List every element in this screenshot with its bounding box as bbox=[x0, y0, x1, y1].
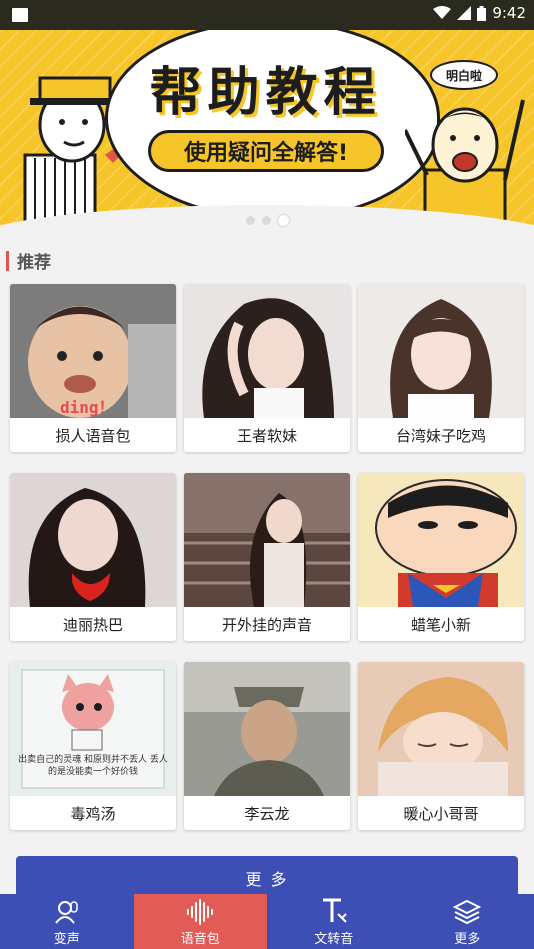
voice-pack-thumbnail: 出卖自己的灵魂 和原则并不丢人 丢人的是没能卖一个好价钱 bbox=[10, 662, 176, 796]
voice-pack-label: 李云龙 bbox=[244, 804, 290, 823]
voice-pack-card[interactable]: 开外挂的声音 bbox=[184, 473, 350, 641]
battery-icon bbox=[477, 5, 487, 21]
voice-pack-card[interactable]: 台湾妹子吃鸡 bbox=[358, 284, 524, 452]
voice-pack-thumbnail bbox=[10, 473, 176, 607]
voice-pack-thumbnail bbox=[358, 284, 524, 418]
page-dot[interactable] bbox=[245, 216, 255, 225]
voice-pack-card[interactable]: ding！ 损人语音包 bbox=[10, 284, 176, 452]
thumbnail-caption: 出卖自己的灵魂 和原则并不丢人 丢人的是没能卖一个好价钱 bbox=[18, 755, 168, 777]
notification-icon bbox=[12, 8, 28, 22]
nav-more[interactable]: 更多 bbox=[401, 894, 534, 949]
wifi-icon bbox=[433, 6, 452, 19]
recommend-section-header: 推荐 bbox=[6, 248, 51, 273]
voice-pack-thumbnail bbox=[184, 473, 350, 607]
voice-pack-card[interactable]: 王者软妹 bbox=[184, 284, 350, 452]
banner-title: 帮助教程 bbox=[149, 63, 382, 123]
voice-pack-card[interactable]: 李云龙 bbox=[184, 662, 350, 830]
thumbnail-caption: ding！ bbox=[60, 398, 115, 417]
voice-pack-label: 蜡笔小新 bbox=[410, 615, 471, 634]
voice-pack-card[interactable]: 迪丽热巴 bbox=[10, 473, 176, 641]
page-dot[interactable] bbox=[261, 216, 271, 225]
voice-pack-grid: ding！ 损人语音包 王者软妹 台湾妹子吃鸡 迪丽热巴 开外挂的声音 蜡笔小新… bbox=[10, 284, 524, 830]
banner-speech-label: 明白啦 bbox=[430, 60, 498, 90]
voice-pack-label: 毒鸡汤 bbox=[70, 804, 116, 823]
signal-icon bbox=[457, 6, 472, 20]
nav-text-to-speech[interactable]: 文转音 bbox=[267, 894, 401, 949]
section-accent-bar bbox=[6, 250, 9, 271]
text-to-speech-icon bbox=[322, 898, 347, 923]
system-tray: 9:42 bbox=[433, 4, 526, 22]
page-dot-active[interactable] bbox=[277, 215, 289, 226]
waveform-icon bbox=[187, 899, 214, 925]
layers-icon bbox=[453, 899, 482, 925]
help-tutorial-banner[interactable]: 帮助教程 使用疑问全解答! 明白啦 bbox=[0, 0, 534, 232]
voice-pack-label: 迪丽热巴 bbox=[62, 615, 123, 634]
banner-page-indicator bbox=[0, 215, 534, 226]
voice-pack-label: 暖心小哥哥 bbox=[403, 804, 479, 823]
voice-pack-thumbnail bbox=[358, 473, 524, 607]
cartoon-boy-illustration bbox=[23, 76, 121, 232]
section-title: 推荐 bbox=[17, 253, 51, 273]
nav-voice-pack[interactable]: 语音包 bbox=[133, 894, 267, 949]
clock: 9:42 bbox=[492, 4, 526, 22]
voice-pack-card[interactable]: 出卖自己的灵魂 和原则并不丢人 丢人的是没能卖一个好价钱 毒鸡汤 bbox=[10, 662, 176, 830]
voice-pack-card[interactable]: 暖心小哥哥 bbox=[358, 662, 524, 830]
voice-pack-label: 开外挂的声音 bbox=[221, 615, 312, 634]
voice-pack-thumbnail bbox=[184, 284, 350, 418]
nav-label: 语音包 bbox=[180, 932, 220, 947]
status-bar: 9:42 bbox=[0, 0, 534, 30]
voice-pack-label: 损人语音包 bbox=[55, 426, 131, 445]
nav-label: 更多 bbox=[454, 932, 481, 947]
voice-pack-card[interactable]: 蜡笔小新 bbox=[358, 473, 524, 641]
voice-pack-thumbnail: ding！ bbox=[10, 284, 176, 418]
nav-label: 文转音 bbox=[314, 932, 354, 947]
voice-pack-label: 王者软妹 bbox=[236, 426, 297, 445]
banner-subtitle: 使用疑问全解答! bbox=[148, 130, 384, 172]
cartoon-man-illustration bbox=[405, 99, 525, 230]
nav-label: 变声 bbox=[53, 932, 80, 947]
nav-voice-change[interactable]: 变声 bbox=[0, 894, 134, 949]
voice-change-icon bbox=[54, 901, 78, 924]
voice-pack-label: 台湾妹子吃鸡 bbox=[395, 426, 486, 445]
voice-pack-thumbnail bbox=[184, 662, 350, 796]
voice-pack-thumbnail bbox=[358, 662, 524, 796]
bottom-navigation: 变声 语音包 文转音 更多 bbox=[0, 894, 534, 949]
